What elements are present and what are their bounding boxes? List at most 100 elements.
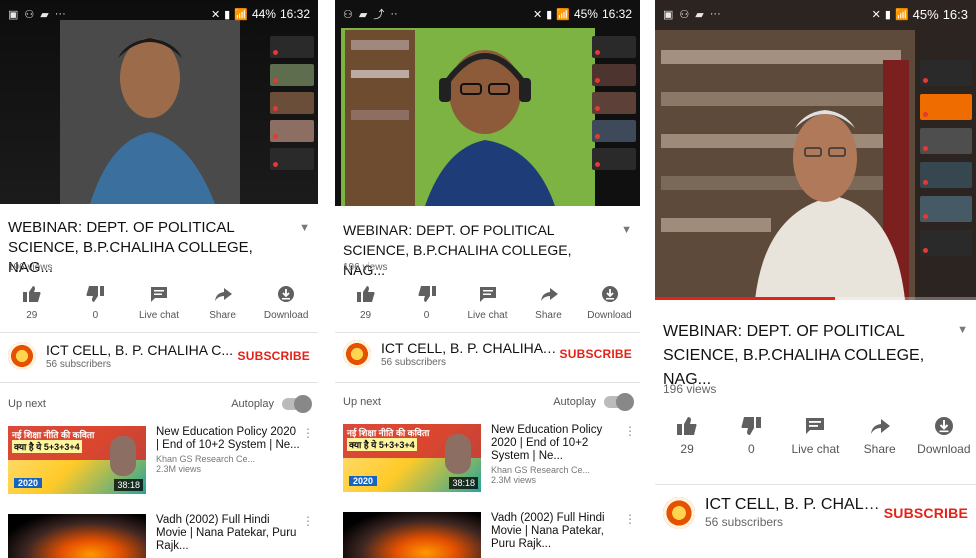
up-next-label: Up next [343,396,381,408]
video-thumbnail[interactable]: नई शिक्षा नीति की कविता क्या है ये 5+3+3+… [343,424,481,492]
more-options-icon[interactable]: ⋮ [302,426,314,494]
status-bar: ⚇ ▰ ⤴ ·· ✕ ▮ 📶 45% 16:32 [343,7,632,21]
subscribe-button[interactable]: SUBSCRIBE [560,347,632,361]
subscribe-button[interactable]: SUBSCRIBE [884,505,968,521]
video-title-row[interactable]: WEBINAR: DEPT. OF POLITICAL SCIENCE, B.P… [8,218,310,278]
like-button[interactable]: 29 [661,416,713,456]
divider [335,382,640,383]
chevron-down-icon[interactable]: ▼ [949,320,968,392]
participant-thumb[interactable] [592,92,636,114]
video-thumbnail[interactable] [8,514,146,558]
recommendation-channel: Khan GS Research Ce... [156,454,256,464]
channel-avatar[interactable] [663,496,695,529]
live-chat-button[interactable]: Live chat [133,284,185,321]
chevron-down-icon[interactable]: ▼ [291,218,310,278]
participant-thumb[interactable] [270,148,314,170]
live-chat-label: Live chat [138,310,179,321]
participant-thumb[interactable] [270,92,314,114]
recommendation-item[interactable]: नई शिक्षा नीति की कविता क्या है ये 5+3+3+… [8,426,314,494]
live-chat-button[interactable]: Live chat [789,416,841,456]
participant-thumb[interactable] [592,120,636,142]
up-next-label: Up next [8,398,46,410]
video-thumbnail[interactable] [343,512,481,558]
video-thumbnail[interactable]: नई शिक्षा नीति की कविता क्या है ये 5+3+3+… [8,426,146,494]
download-button[interactable]: Download [260,284,312,321]
thumbs-up-icon [356,284,376,304]
download-label: Download [263,310,309,321]
download-label: Download [587,310,632,321]
channel-meta: ICT CELL, B. P. CHALIHA C... 56 subscrib… [381,340,560,368]
divider [335,332,640,333]
phone-screen-2: ⚇ ▰ ⤴ ·· ✕ ▮ 📶 45% 16:32 WEBINAR: DEPT. OF PO [335,0,640,558]
recommendation-item[interactable]: नई शिक्षा नीति की कविता क्या है ये 5+3+3+… [343,424,636,492]
channel-row[interactable]: ICT CELL, B. P. CHALIHA C... 56 subscrib… [663,496,968,529]
autoplay-control[interactable]: Autoplay [231,395,312,413]
participant-thumb[interactable] [270,36,314,58]
participant-panel [920,60,972,256]
participant-thumb[interactable] [920,230,972,256]
video-player[interactable]: ▣ ⚇ ▰ ··· ✕ ▮ 📶 45% 16:3 [655,0,976,300]
more-options-icon[interactable]: ⋮ [624,424,636,492]
dislike-count: 0 [423,310,430,321]
participant-thumb[interactable] [592,64,636,86]
status-bar: ▣ ⚇ ▰ ··· ✕ ▮ 📶 45% 16:3 [663,6,968,22]
participant-thumb[interactable] [270,120,314,142]
recommendation-item[interactable]: Vadh (2002) Full Hindi Movie | Nana Pate… [343,512,636,558]
thumbs-up-icon [22,284,42,304]
recommendation-item[interactable]: Vadh (2002) Full Hindi Movie | Nana Pate… [8,514,314,558]
subscribe-button[interactable]: SUBSCRIBE [238,349,310,363]
dislike-button[interactable]: 0 [401,284,453,321]
progress-bar [655,297,835,300]
channel-avatar[interactable] [343,340,371,368]
channel-name[interactable]: ICT CELL, B. P. CHALIHA C... [381,340,560,356]
participant-thumb[interactable] [920,128,972,154]
live-chat-button[interactable]: Live chat [462,284,514,321]
status-time: 16:3 [942,6,968,22]
autoplay-toggle[interactable] [604,393,634,411]
chevron-down-icon[interactable]: ▼ [613,220,632,280]
dislike-button[interactable]: 0 [725,416,777,456]
divider [0,382,318,383]
channel-avatar[interactable] [8,342,36,370]
like-count: 29 [359,310,372,321]
download-button[interactable]: Download [584,284,636,321]
subscriber-count: 56 subscribers [705,515,784,529]
participant-thumb[interactable] [920,60,972,86]
divider [655,484,976,485]
dislike-count: 0 [92,310,99,321]
dislike-button[interactable]: 0 [69,284,121,321]
action-bar: 29 0 Live chat Share Download [335,284,640,321]
participant-panel [270,36,314,170]
autoplay-toggle[interactable] [282,395,312,413]
participant-thumb[interactable] [920,94,972,120]
like-count: 29 [26,310,38,321]
download-button[interactable]: Download [917,416,971,456]
up-next-row: Up next Autoplay [343,393,634,411]
participant-thumb[interactable] [270,64,314,86]
participant-thumb[interactable] [920,196,972,222]
video-player[interactable]: ▣ ⚇ ▰ ··· ✕ ▮ 📶 44% 16:32 [0,0,318,204]
video-player[interactable]: ⚇ ▰ ⤴ ·· ✕ ▮ 📶 45% 16:32 [335,0,640,206]
participant-thumb[interactable] [592,36,636,58]
share-button[interactable]: Share [197,284,249,321]
participant-thumb[interactable] [920,162,972,188]
more-options-icon[interactable]: ⋮ [624,512,636,558]
share-button[interactable]: Share [523,284,575,321]
channel-name[interactable]: ICT CELL, B. P. CHALIHA C... [705,496,884,514]
up-next-row: Up next Autoplay [8,395,312,413]
like-button[interactable]: 29 [6,284,58,321]
recommendation-channel: Khan GS Research Ce... [491,465,591,475]
recommendation-views: 2.3M views [156,464,202,474]
share-button[interactable]: Share [854,416,906,456]
channel-row[interactable]: ICT CELL, B. P. CHALIHA C... 56 subscrib… [343,340,632,368]
more-options-icon[interactable]: ⋮ [302,514,314,558]
like-button[interactable]: 29 [340,284,392,321]
share-label: Share [535,310,562,321]
participant-thumb[interactable] [592,148,636,170]
autoplay-label: Autoplay [553,396,596,408]
channel-row[interactable]: ICT CELL, B. P. CHALIHA C... 56 subscrib… [8,342,310,370]
autoplay-label: Autoplay [231,398,274,410]
channel-name[interactable]: ICT CELL, B. P. CHALIHA C... [46,342,238,358]
view-count: 196 views [663,382,717,396]
autoplay-control[interactable]: Autoplay [553,393,634,411]
